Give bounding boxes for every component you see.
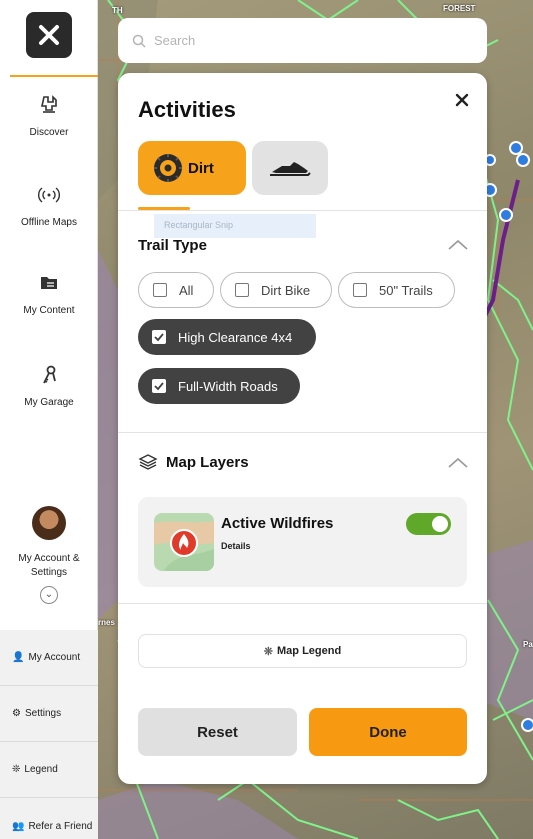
map-legend-label: Map Legend: [277, 645, 342, 657]
snip-overlay: Rectangular Snip: [154, 214, 316, 238]
nav-discover-label: Discover: [29, 127, 69, 138]
check-icon: [154, 382, 164, 391]
activities-panel: Activities Dirt Rectangular Snip Trail T…: [118, 73, 487, 784]
nav-discover[interactable]: Discover: [0, 94, 98, 140]
trail-option-all[interactable]: All: [138, 272, 214, 308]
tire-icon: [154, 154, 182, 182]
gear-icon: ⚙: [12, 708, 21, 719]
my-account-link[interactable]: 👤 My Account: [0, 630, 98, 686]
refer-friend-label: Refer a Friend: [28, 820, 93, 832]
wildfires-toggle[interactable]: [406, 513, 451, 535]
nav-my-content-label: My Content: [23, 305, 75, 316]
divider: [118, 603, 487, 604]
snowmobile-icon: [270, 162, 311, 176]
layers-icon: [138, 454, 158, 470]
my-account-label: My Account: [28, 652, 81, 663]
close-icon[interactable]: [453, 91, 471, 109]
legend-icon: ❊: [12, 764, 21, 775]
nav-account-settings[interactable]: My Account & Settings ⌄: [0, 506, 98, 604]
close-menu-button[interactable]: [26, 12, 72, 58]
map-place-label: TH: [112, 6, 123, 15]
checkbox: [235, 283, 249, 297]
checkbox: [153, 283, 167, 297]
map-place-label: FOREST: [443, 4, 476, 13]
checkbox: [353, 283, 367, 297]
map-place-label: rnes: [98, 618, 115, 627]
trail-option-dirt-bike[interactable]: Dirt Bike: [220, 272, 332, 308]
trail-type-label: Trail Type: [138, 237, 207, 254]
search-icon: [132, 34, 146, 48]
trail-option-full-width[interactable]: Full-Width Roads: [138, 368, 300, 404]
account-submenu: 👤 My Account ⚙ Settings ❊ Legend 👥 Refer…: [0, 630, 98, 839]
trail-option-label: All: [179, 282, 194, 298]
refer-friend-link[interactable]: 👥 Refer a Friend: [0, 798, 98, 839]
search-bar[interactable]: [118, 18, 487, 63]
activity-dirt-label: Dirt: [188, 159, 214, 177]
search-input[interactable]: [154, 33, 454, 48]
nav-my-garage[interactable]: My Garage: [0, 364, 98, 410]
trail-option-label: Dirt Bike: [261, 282, 311, 298]
checkbox-checked: [152, 379, 166, 393]
close-icon: [39, 25, 59, 45]
settings-label: Settings: [24, 708, 62, 719]
account-label-line1: My Account &: [18, 553, 80, 564]
panel-title: Activities: [138, 97, 236, 122]
map-place-label: Pa: [523, 640, 533, 649]
map-layers-label: Map Layers: [166, 453, 249, 471]
trail-option-label: 50" Trails: [379, 282, 433, 298]
keys-icon: [43, 365, 56, 384]
signal-icon: [38, 187, 60, 203]
trail-type-heading: Trail Type: [138, 237, 207, 254]
trail-option-high-clearance[interactable]: High Clearance 4x4: [138, 319, 316, 355]
folder-icon: [41, 277, 57, 289]
nav-my-content[interactable]: My Content: [0, 272, 98, 318]
reset-button[interactable]: Reset: [138, 708, 297, 756]
checkbox-checked: [152, 330, 166, 344]
divider: [118, 210, 487, 211]
divider: [118, 432, 487, 433]
layer-name: Active Wildfires: [221, 515, 334, 532]
trail-option-label: Full-Width Roads: [178, 378, 278, 394]
activity-dirt-button[interactable]: Dirt: [138, 141, 246, 195]
left-rail: Discover Offline Maps My Content My Gara…: [0, 0, 98, 839]
active-indicator: [10, 75, 98, 77]
toggle-knob: [432, 516, 448, 532]
chevron-down-icon[interactable]: ⌄: [40, 586, 58, 604]
settings-link[interactable]: ⚙ Settings: [0, 686, 98, 742]
layer-card-wildfires: Active Wildfires Details: [138, 497, 467, 587]
done-button[interactable]: Done: [309, 708, 467, 756]
legend-icon: ❊: [263, 645, 274, 658]
legend-label: Legend: [24, 764, 58, 775]
activity-snow-button[interactable]: [252, 141, 328, 195]
trail-option-label: High Clearance 4x4: [178, 329, 293, 345]
wildfire-map-thumbnail: [154, 513, 214, 571]
people-icon: 👥: [12, 820, 25, 832]
nav-offline-maps-label: Offline Maps: [21, 217, 77, 228]
legend-link[interactable]: ❊ Legend: [0, 742, 98, 798]
avatar: [32, 506, 66, 540]
nav-offline-maps[interactable]: Offline Maps: [0, 184, 98, 230]
binoculars-icon: [41, 95, 57, 113]
nav-my-garage-label: My Garage: [24, 397, 74, 408]
map-layers-heading: Map Layers: [138, 453, 249, 471]
trail-option-50-trails[interactable]: 50" Trails: [338, 272, 455, 308]
layer-details-link[interactable]: Details: [221, 541, 251, 551]
person-icon: 👤: [12, 652, 25, 663]
account-label-line2: Settings: [30, 567, 68, 578]
chevron-up-icon[interactable]: [447, 239, 469, 251]
check-icon: [154, 333, 164, 342]
map-legend-button[interactable]: ❊ Map Legend: [138, 634, 467, 668]
chevron-up-icon[interactable]: [447, 457, 469, 469]
